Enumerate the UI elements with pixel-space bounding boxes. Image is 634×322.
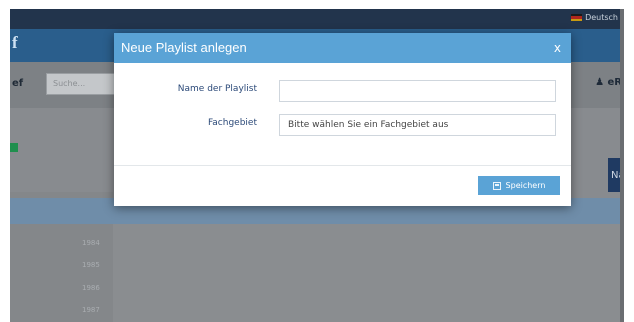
dialog-divider: [114, 165, 571, 166]
floppy-disk-icon: [492, 181, 501, 190]
list-item: 1985: [82, 261, 100, 269]
user-icon: ♟: [595, 77, 605, 88]
subject-label: Fachgebiet: [207, 118, 257, 128]
top-bar: Deutsch: [10, 9, 624, 29]
playlist-name-input[interactable]: [279, 80, 556, 102]
playlist-panel: [113, 224, 624, 322]
add-icon[interactable]: [10, 143, 18, 152]
save-button[interactable]: Speichern: [478, 176, 560, 195]
user-menu[interactable]: ♟ eR: [595, 77, 622, 88]
new-playlist-dialog: Neue Playlist anlegen x Name der Playlis…: [114, 33, 571, 206]
save-label: Speichern: [505, 181, 546, 190]
list-item: 1984: [82, 239, 100, 247]
list-item: 1986: [82, 284, 100, 292]
playlist-name-label: Name der Playlist: [177, 84, 257, 94]
language-switcher[interactable]: Deutsch: [571, 13, 618, 22]
dialog-header: Neue Playlist anlegen x: [114, 33, 571, 63]
german-flag-icon: [571, 14, 583, 21]
close-button[interactable]: x: [554, 41, 561, 55]
language-label: Deutsch: [585, 13, 618, 22]
search-input[interactable]: Suche...: [46, 73, 116, 95]
toolbar-title: ef: [12, 78, 24, 89]
list-item: 1987: [82, 306, 100, 314]
scrollbar[interactable]: [620, 9, 624, 322]
brand-logo[interactable]: f: [12, 33, 18, 53]
dialog-title: Neue Playlist anlegen: [121, 40, 247, 55]
subject-select[interactable]: Bitte wählen Sie ein Fachgebiet aus: [279, 114, 556, 136]
